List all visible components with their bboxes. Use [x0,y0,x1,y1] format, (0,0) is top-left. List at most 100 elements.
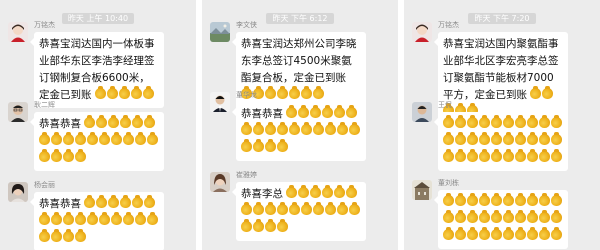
money-bag-icon [39,132,50,145]
money-bag-icon [467,132,478,145]
money-bag-icon [443,115,454,128]
money-bag-icon [479,227,490,240]
message-bubble[interactable]: 恭喜宝润达国内一体板事业部华东区李浩李经理签订钢制复合板6600米，定金已到账 [30,32,164,108]
money-bag-icon [322,185,334,198]
money-bag-icon [322,105,334,118]
money-bag-icon [479,149,490,162]
money-bag-icon [120,195,132,208]
money-bag-icon [334,185,346,198]
money-bag-icon [289,122,300,135]
money-bag-icon [39,149,50,162]
money-bag-icon [51,149,62,162]
money-bag-icon [87,132,98,145]
message-text: 恭喜恭喜 [39,198,81,210]
money-bag-icon [467,193,478,206]
money-bag-icon [539,193,550,206]
money-bag-icon [491,115,502,128]
money-bag-icon [99,212,110,225]
sender-name: 万铭杰 [438,21,459,29]
money-bag-icon [75,229,86,242]
money-bag-icon [310,185,322,198]
landscape-avatar[interactable] [210,22,230,42]
money-bag-icon [503,132,514,145]
money-bag-icon [286,105,298,118]
money-bag-icon [132,115,144,128]
woman-brown-avatar[interactable] [210,172,230,192]
money-bag-emoji-group [443,193,563,242]
money-bag-icon [479,115,490,128]
money-bag-icon [479,132,490,145]
money-bag-icon [241,122,252,135]
man-casual-avatar[interactable] [412,102,432,122]
money-bag-icon [241,219,252,232]
money-bag-icon [123,212,134,225]
money-bag-icon [63,132,74,145]
money-bag-icon [551,193,562,206]
money-bag-icon [491,193,502,206]
money-bag-icon [265,86,276,99]
money-bag-icon [455,193,466,206]
money-bag-icon [527,210,538,223]
money-bag-icon [142,86,154,99]
money-bag-icon [144,115,156,128]
building-avatar[interactable] [412,180,432,200]
money-bag-icon [96,195,108,208]
money-bag-icon [515,132,526,145]
money-bag-icon [515,193,526,206]
money-bag-icon [130,86,142,99]
money-bag-icon [479,193,490,206]
woman-dark-avatar[interactable] [8,182,28,202]
money-bag-icon [349,122,360,135]
sender-name: 崔雅婷 [236,171,257,179]
money-bag-icon [39,229,50,242]
message-bubble[interactable]: 恭喜恭喜 [30,192,164,250]
money-bag-icon [443,193,454,206]
money-bag-icon [551,149,562,162]
woman-red-avatar[interactable] [8,22,28,42]
money-bag-icon [539,132,550,145]
money-bag-icon [265,202,276,215]
money-bag-icon [551,210,562,223]
money-bag-icon [443,210,454,223]
money-bag-icon [277,139,288,152]
message-text: 恭喜李总 [241,188,283,200]
money-bag-icon [84,195,96,208]
man-glasses-avatar[interactable] [8,102,28,122]
man-suit-avatar[interactable] [210,92,230,112]
money-bag-icon [75,212,86,225]
timestamp: 昨天 下午 7:20 [468,13,536,24]
woman-red-avatar[interactable] [412,22,432,42]
message-bubble[interactable] [434,190,568,249]
money-bag-icon [75,132,86,145]
money-bag-icon [503,193,514,206]
message-bubble[interactable] [434,112,568,171]
money-bag-icon [147,212,158,225]
message-bubble[interactable]: 恭喜恭喜 [30,112,164,171]
money-bag-icon [111,212,122,225]
money-bag-icon [253,122,264,135]
message-text: 恭喜恭喜 [39,118,81,130]
money-bag-icon [527,227,538,240]
money-bag-icon [530,86,542,99]
money-bag-icon [515,149,526,162]
money-bag-icon [99,132,110,145]
money-bag-icon [265,219,276,232]
money-bag-icon [443,132,454,145]
money-bag-icon [144,195,156,208]
money-bag-icon [277,86,288,99]
money-bag-icon [241,202,252,215]
money-bag-icon [108,115,120,128]
money-bag-icon [298,185,310,198]
chat-panel-1: 昨天 上午 10:40 万铭杰 恭喜宝润达国内一体板事业部华东区李浩李经理签订钢… [0,0,196,250]
money-bag-icon [503,115,514,128]
money-bag-icon [325,202,336,215]
message-bubble[interactable]: 恭喜恭喜 [232,102,366,161]
money-bag-icon [63,229,74,242]
money-bag-icon [135,212,146,225]
message-bubble[interactable]: 恭喜李总 [232,182,366,241]
money-bag-icon [455,132,466,145]
money-bag-icon [253,219,264,232]
money-bag-icon [455,210,466,223]
sender-name: 耿二辉 [34,101,55,109]
money-bag-icon [515,115,526,128]
